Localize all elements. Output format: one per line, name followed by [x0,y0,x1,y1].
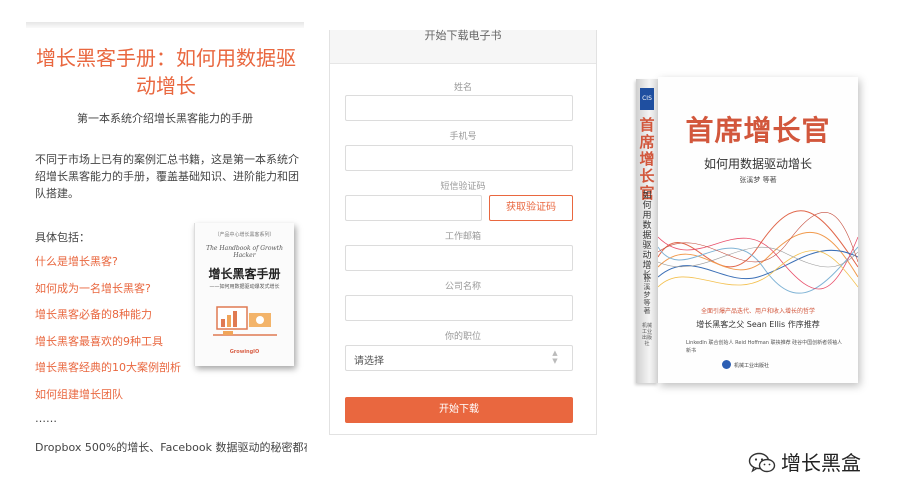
download-form: 开始下载电子书 姓名 手机号 短信验证码 获取验证码 工作邮箱 公司名称 你的职… [329,29,597,435]
small-book-logo: GrowingIO [229,349,260,355]
book-title: 首席增长官 [685,114,831,147]
position-label: 你的职位 [444,332,481,342]
sms-code-label: 短信验证码 [440,182,486,192]
topic-item: 增长黑客最喜欢的9种工具 [35,334,163,348]
publisher-logo-icon [722,360,731,369]
ellipsis: …… [35,412,57,425]
phone-label: 手机号 [449,132,477,142]
book-tagline: 全面引爆产品迭代、用户和收入增长的哲学 [700,308,815,315]
book-author: 张溪梦 等著 [739,176,777,184]
work-email-label: 工作邮箱 [444,232,481,242]
position-select[interactable]: 请选择 ▲ ▼ [345,345,573,371]
work-email-input[interactable] [345,245,573,271]
topic-list: 什么是增长黑客? 如何成为一名增长黑客? 增长黑客必备的8种能力 增长黑客最喜欢… [35,255,181,414]
get-code-button[interactable]: 获取验证码 [489,195,573,221]
wave-lines-illustration [658,210,858,294]
ebook-intro-panel: 增长黑客手册：如何用数据驱动增长 第一本系统介绍增长黑客能力的手册 不同于市场上… [26,22,307,500]
company-input[interactable] [345,295,573,321]
small-book-english-title: The Handbook of Growth Hacker [206,245,283,259]
book-publisher: 机械工业出版社 [734,363,770,369]
spine-publisher: 机械工业出版社 [642,323,653,347]
watermark-text: 增长黑盒 [781,451,861,475]
updown-chevron-icon: ▲ ▼ [552,349,558,365]
spine-title: 首席增长官 [639,116,655,202]
topic-item: 什么是增长黑客? [35,255,118,268]
start-download-button[interactable]: 开始下载 [345,397,573,423]
spine-badge: CIS [640,88,654,110]
topic-item: 如何组建增长团队 [35,387,123,401]
includes-label: 具体包括： [35,231,90,244]
hero-subtitle: 第一本系统介绍增长黑客能力的手册 [77,112,253,125]
book-subtitle: 如何用数据驱动增长 [703,157,812,171]
sms-code-input[interactable] [345,195,482,221]
name-label: 姓名 [453,83,472,93]
book-recommendation: 增长黑客之父 Sean Ellis 作序推荐 [696,320,820,329]
small-book-series: （产品中心增长黑客系列） [214,232,275,238]
book-spine: CIS 首席增长官 如何用数据驱动增长 张溪梦 等著 机械工业出版社 [636,79,658,383]
phone-input[interactable] [345,145,573,171]
growth-hacker-handbook-cover: （产品中心增长黑客系列） The Handbook of Growth Hack… [194,223,294,366]
form-header: 开始下载电子书 [330,29,596,64]
chief-growth-officer-book: CIS 首席增长官 如何用数据驱动增长 张溪梦 等著 机械工业出版社 首席增长官… [636,77,858,383]
topic-item: 增长黑客必备的8种能力 [35,308,152,321]
top-divider [26,22,304,28]
book-cover: 首席增长官 如何用数据驱动增长 张溪梦 等著 全面引爆产品迭代、用户和收入增长的… [658,77,858,383]
small-book-title: 增长黑客手册 [208,267,281,281]
spine-subtitle: 如何用数据驱动增长 [642,191,652,281]
intro-paragraph: 不同于市场上已有的案例汇总书籍，这是第一本系统介绍增长黑客能力的手册，覆盖基础知… [35,153,299,200]
chart-illustration-icon [213,306,277,336]
name-input[interactable] [345,95,573,121]
hero-title: 增长黑客手册：如何用数据驱动增长 [36,46,296,98]
topic-item: 增长黑客经典的10大案例剖析 [35,361,181,374]
company-label: 公司名称 [444,282,481,292]
position-select-value: 请选择 [354,356,384,367]
topic-item: 如何成为一名增长黑客? [35,281,151,295]
small-book-subtitle: ——如何用数据驱动爆发式增长 [209,284,280,290]
wechat-icon [748,452,776,473]
form-title: 开始下载电子书 [424,29,502,42]
closing-text: Dropbox 500%的增长、Facebook 数据驱动的秘密都在 [35,441,307,454]
spine-author: 张溪梦 等著 [643,275,651,315]
book-recommendation-small: LinkedIn 联合创始人 Reid Hoffman 联袂推荐 硅谷中国创新者… [686,340,843,354]
